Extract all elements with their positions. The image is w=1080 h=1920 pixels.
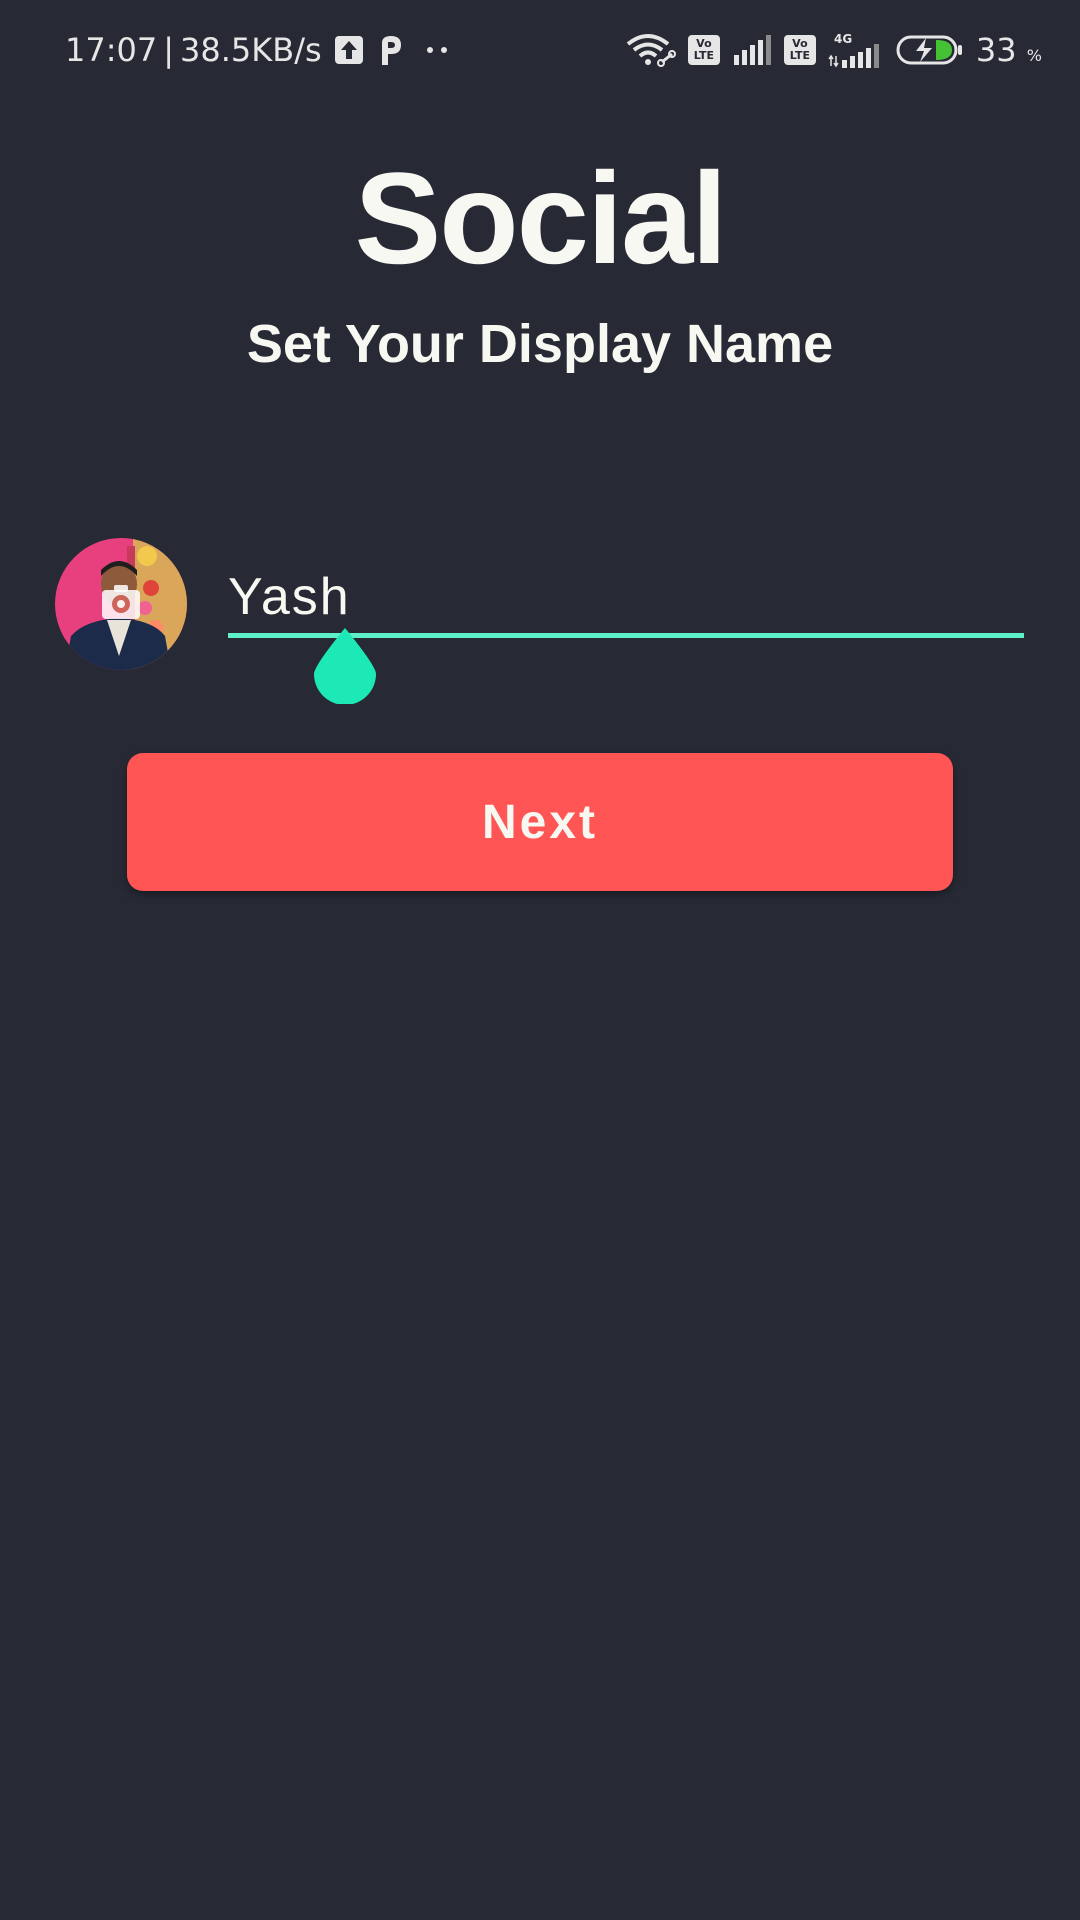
profile-avatar-button[interactable]	[55, 538, 187, 670]
4g-signal-icon: 4G	[828, 32, 884, 68]
volte-bottom-label: LTE	[693, 49, 715, 62]
display-name-screen: 17:07 | 38.5KB/s Vo LTE Vo LTE 4G 33 % S…	[0, 0, 1080, 1920]
upload-icon	[334, 35, 364, 65]
app-title: Social	[354, 145, 728, 291]
p-app-icon	[376, 33, 406, 67]
network-speed: 38.5KB/s	[180, 31, 322, 69]
wifi-icon	[626, 32, 676, 68]
camera-icon	[102, 585, 140, 619]
status-bar-left: 17:07 | 38.5KB/s	[65, 28, 458, 72]
battery-unit: %	[1026, 46, 1042, 65]
clock: 17:07	[65, 31, 158, 69]
volte-icon: Vo LTE	[687, 35, 720, 65]
volte-bottom-label: LTE	[789, 49, 811, 62]
status-bar: 17:07 | 38.5KB/s Vo LTE Vo LTE 4G 33 %	[0, 0, 1080, 100]
status-separator: |	[163, 31, 174, 69]
status-bar-right: Vo LTE Vo LTE 4G 33 %	[626, 28, 1042, 72]
battery-charging-icon	[896, 34, 964, 66]
text-cursor-handle[interactable]	[314, 628, 376, 704]
screen-subtitle: Set Your Display Name	[246, 314, 834, 374]
network-type-label: 4G	[834, 32, 852, 46]
battery-level: 33	[975, 31, 1017, 69]
more-dots-icon	[418, 40, 458, 60]
next-button[interactable]: Next	[127, 753, 953, 891]
signal-icon	[732, 35, 772, 65]
display-name-input[interactable]	[228, 565, 1024, 629]
volte-icon: Vo LTE	[783, 35, 816, 65]
battery-percentage: 33 %	[976, 31, 1042, 69]
